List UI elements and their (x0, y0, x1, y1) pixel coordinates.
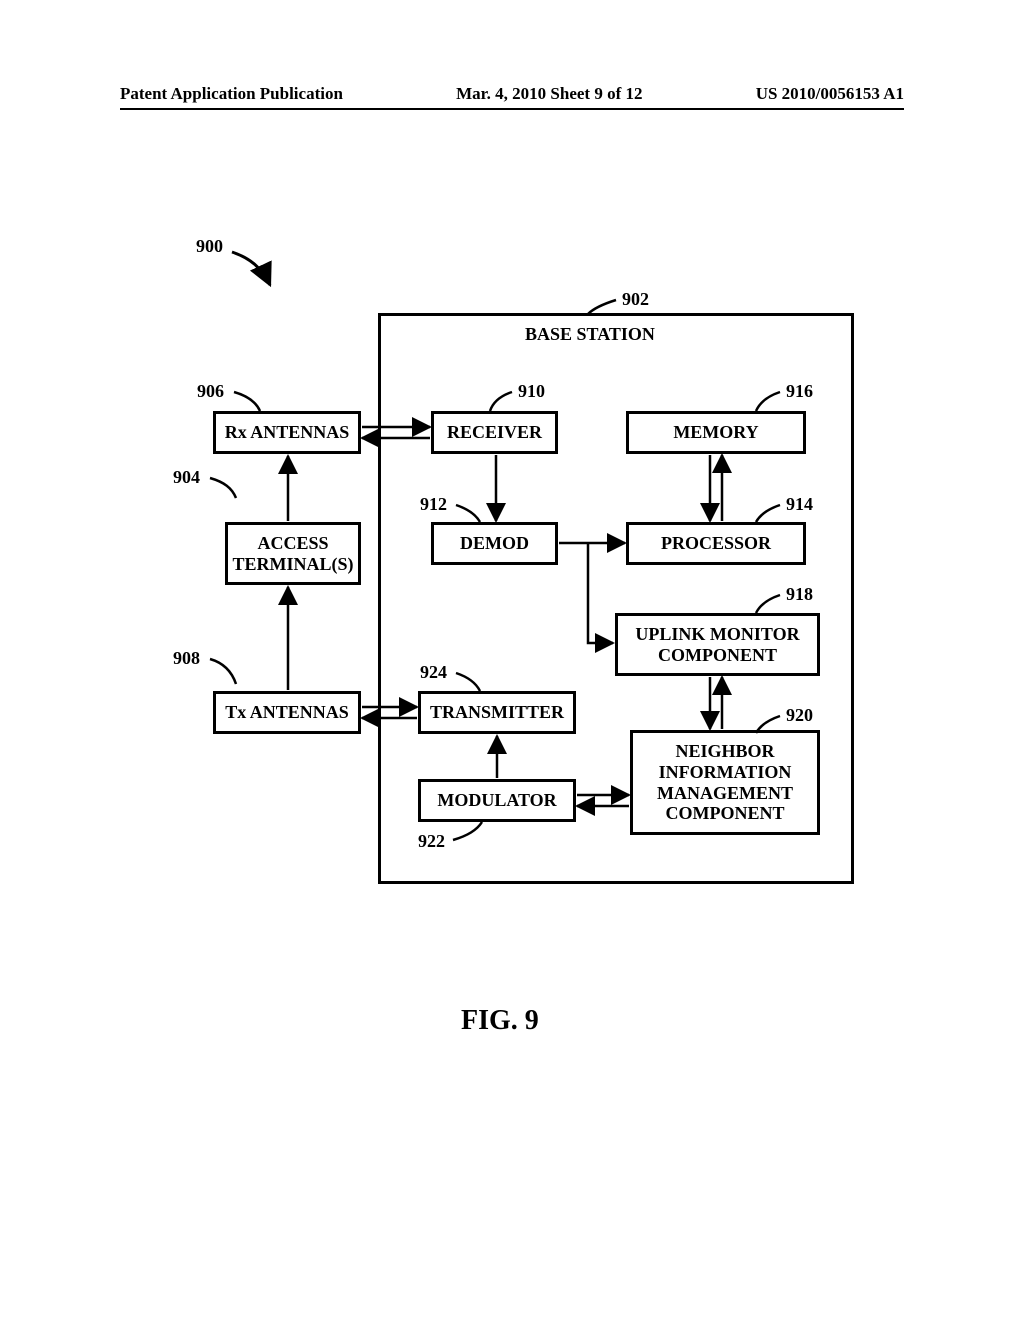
processor-text: PROCESSOR (661, 533, 771, 554)
demod-box: DEMOD (431, 522, 558, 565)
access-terminals-box: ACCESS TERMINAL(S) (225, 522, 361, 585)
access-terminals-l1: ACCESS (257, 533, 328, 554)
ref-920: 920 (786, 705, 813, 726)
transmitter-text: TRANSMITTER (430, 702, 564, 723)
rx-antennas-box: Rx ANTENNAS (213, 411, 361, 454)
figure-label: FIG. 9 (461, 1005, 539, 1037)
processor-box: PROCESSOR (626, 522, 806, 565)
tx-antennas-box: Tx ANTENNAS (213, 691, 361, 734)
base-station-label: BASE STATION (525, 324, 655, 345)
ref-916: 916 (786, 381, 813, 402)
header-rule (120, 108, 904, 110)
ref-906: 906 (197, 381, 224, 402)
ref-912: 912 (420, 494, 447, 515)
tx-antennas-text: Tx ANTENNAS (225, 702, 349, 723)
neighbor-l2: INFORMATION (659, 762, 792, 783)
ref-924: 924 (420, 662, 447, 683)
page: Patent Application Publication Mar. 4, 2… (0, 0, 1024, 1320)
ref-918: 918 (786, 584, 813, 605)
neighbor-l4: COMPONENT (666, 803, 785, 824)
header-center: Mar. 4, 2010 Sheet 9 of 12 (456, 84, 642, 104)
modulator-text: MODULATOR (437, 790, 556, 811)
demod-text: DEMOD (460, 533, 529, 554)
header-right: US 2010/0056153 A1 (756, 84, 904, 104)
neighbor-box: NEIGHBOR INFORMATION MANAGEMENT COMPONEN… (630, 730, 820, 835)
neighbor-l3: MANAGEMENT (657, 783, 793, 804)
ref-914: 914 (786, 494, 813, 515)
ref-908: 908 (173, 648, 200, 669)
receiver-box: RECEIVER (431, 411, 558, 454)
ref-900: 900 (196, 236, 223, 257)
modulator-box: MODULATOR (418, 779, 576, 822)
neighbor-l1: NEIGHBOR (675, 741, 774, 762)
ref-922: 922 (418, 831, 445, 852)
rx-antennas-text: Rx ANTENNAS (225, 422, 350, 443)
uplink-l2: COMPONENT (658, 645, 777, 666)
header-left: Patent Application Publication (120, 84, 343, 104)
access-terminals-l2: TERMINAL(S) (232, 554, 353, 575)
ref-902: 902 (622, 289, 649, 310)
page-header: Patent Application Publication Mar. 4, 2… (120, 84, 904, 104)
uplink-monitor-box: UPLINK MONITOR COMPONENT (615, 613, 820, 676)
transmitter-box: TRANSMITTER (418, 691, 576, 734)
uplink-l1: UPLINK MONITOR (635, 624, 799, 645)
receiver-text: RECEIVER (447, 422, 542, 443)
ref-904: 904 (173, 467, 200, 488)
memory-box: MEMORY (626, 411, 806, 454)
memory-text: MEMORY (673, 422, 758, 443)
ref-910: 910 (518, 381, 545, 402)
